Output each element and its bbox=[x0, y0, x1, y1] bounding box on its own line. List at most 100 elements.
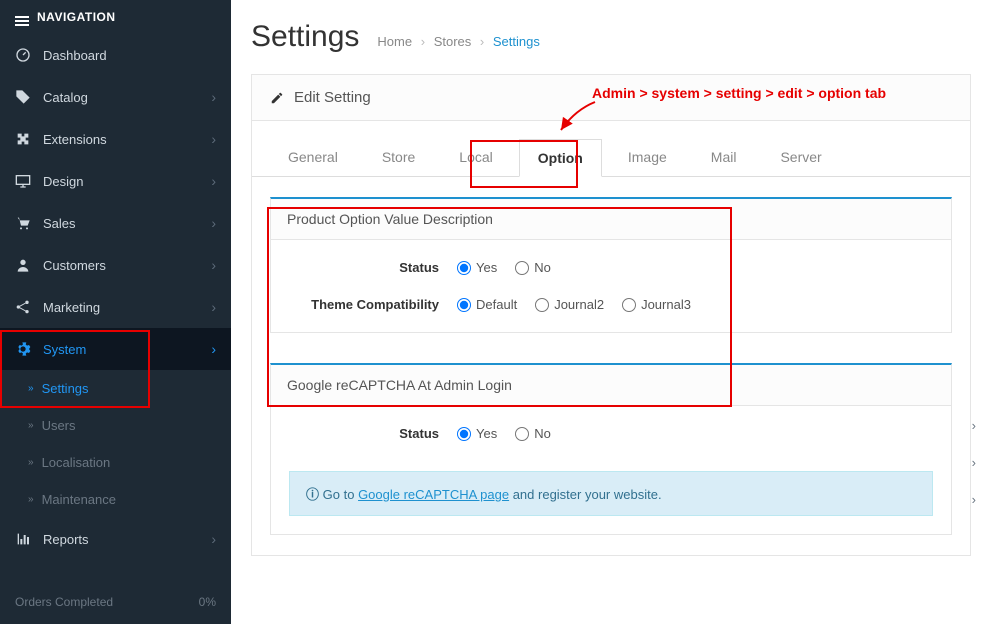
label-status: Status bbox=[287, 260, 457, 275]
sidebar-label: Extensions bbox=[43, 132, 107, 147]
annotation-arrow bbox=[555, 98, 600, 138]
sidebar-sub-localisation[interactable]: » Localisation › bbox=[0, 444, 231, 481]
stats-value: 0% bbox=[199, 595, 216, 609]
bc-sep: › bbox=[421, 34, 425, 49]
info-alert: ⓘ Go to Google reCAPTCHA page and regist… bbox=[289, 471, 933, 516]
info-post: and register your website. bbox=[509, 487, 661, 502]
page-title: Settings bbox=[251, 20, 359, 54]
info-icon: ⓘ bbox=[306, 487, 319, 502]
chevron-right-icon: › bbox=[211, 299, 216, 315]
sidebar-item-catalog[interactable]: Catalog › bbox=[0, 76, 231, 118]
tabs: General Store Local Option Image Mail Se… bbox=[252, 121, 970, 177]
chevron-right-icon: › bbox=[211, 257, 216, 273]
radio-status-no[interactable]: No bbox=[515, 260, 551, 275]
double-chevron-icon: » bbox=[28, 494, 34, 505]
sidebar-item-customers[interactable]: Customers › bbox=[0, 244, 231, 286]
radio-input[interactable] bbox=[515, 261, 529, 275]
chevron-right-icon: › bbox=[211, 531, 216, 547]
double-chevron-icon: » bbox=[28, 457, 34, 468]
nav-header: NAVIGATION bbox=[0, 0, 231, 34]
radio-theme-journal2[interactable]: Journal2 bbox=[535, 297, 604, 312]
tab-local[interactable]: Local bbox=[441, 139, 510, 176]
sidebar-sub-label: Maintenance bbox=[42, 492, 116, 507]
radio-theme-default[interactable]: Default bbox=[457, 297, 517, 312]
double-chevron-icon: » bbox=[28, 383, 34, 394]
stats-label: Orders Completed bbox=[15, 595, 113, 609]
info-pre: Go to bbox=[323, 487, 358, 502]
sidebar-sub-label: Users bbox=[42, 418, 76, 433]
tab-general[interactable]: General bbox=[270, 139, 356, 176]
sidebar-item-dashboard[interactable]: Dashboard bbox=[0, 34, 231, 76]
double-chevron-icon: » bbox=[28, 420, 34, 431]
puzzle-icon bbox=[15, 131, 31, 147]
bc-current[interactable]: Settings bbox=[493, 34, 540, 49]
tab-image[interactable]: Image bbox=[610, 139, 685, 176]
sidebar-sub-maintenance[interactable]: » Maintenance › bbox=[0, 481, 231, 518]
radio-recaptcha-no[interactable]: No bbox=[515, 426, 551, 441]
gear-icon bbox=[15, 341, 31, 357]
sidebar-item-extensions[interactable]: Extensions › bbox=[0, 118, 231, 160]
nav-title: NAVIGATION bbox=[37, 10, 116, 24]
tab-option[interactable]: Option bbox=[519, 139, 602, 177]
radio-input[interactable] bbox=[535, 298, 549, 312]
tab-store[interactable]: Store bbox=[364, 139, 433, 176]
dashboard-icon bbox=[15, 47, 31, 63]
chevron-right-icon: › bbox=[972, 455, 976, 470]
sidebar-label: Dashboard bbox=[43, 48, 107, 63]
sidebar-item-system[interactable]: System › bbox=[0, 328, 231, 370]
breadcrumb: Home › Stores › Settings bbox=[377, 34, 539, 49]
sidebar-sub-label: Settings bbox=[42, 381, 89, 396]
sidebar-sub-label: Localisation bbox=[42, 455, 111, 470]
sidebar-label: Customers bbox=[43, 258, 106, 273]
chevron-right-icon: › bbox=[211, 215, 216, 231]
recaptcha-link[interactable]: Google reCAPTCHA page bbox=[358, 487, 509, 502]
stats-block: Orders Completed 0% bbox=[0, 580, 231, 624]
sidebar-label: Catalog bbox=[43, 90, 88, 105]
bc-home[interactable]: Home bbox=[377, 34, 412, 49]
section-title: Product Option Value Description bbox=[271, 199, 951, 240]
radio-input[interactable] bbox=[515, 427, 529, 441]
desktop-icon bbox=[15, 173, 31, 189]
section-title: Google reCAPTCHA At Admin Login bbox=[271, 365, 951, 406]
chevron-right-icon: › bbox=[972, 418, 976, 433]
section-product-option: Product Option Value Description Status … bbox=[270, 197, 952, 333]
tab-server[interactable]: Server bbox=[762, 139, 839, 176]
sidebar-item-design[interactable]: Design › bbox=[0, 160, 231, 202]
label-theme: Theme Compatibility bbox=[287, 297, 457, 312]
tag-icon bbox=[15, 89, 31, 105]
radio-status-yes[interactable]: Yes bbox=[457, 260, 497, 275]
section-recaptcha: Google reCAPTCHA At Admin Login Status Y… bbox=[270, 363, 952, 535]
chevron-right-icon: › bbox=[211, 341, 216, 357]
share-icon bbox=[15, 299, 31, 315]
sidebar-sub-settings[interactable]: » Settings bbox=[0, 370, 231, 407]
sidebar-label: Sales bbox=[43, 216, 76, 231]
radio-theme-journal3[interactable]: Journal3 bbox=[622, 297, 691, 312]
chevron-right-icon: › bbox=[211, 131, 216, 147]
radio-input[interactable] bbox=[457, 427, 471, 441]
chevron-right-icon: › bbox=[972, 492, 976, 507]
cart-icon bbox=[15, 215, 31, 231]
sidebar-label: Marketing bbox=[43, 300, 100, 315]
chevron-right-icon: › bbox=[211, 89, 216, 105]
radio-recaptcha-yes[interactable]: Yes bbox=[457, 426, 497, 441]
sidebar-label: Design bbox=[43, 174, 83, 189]
chevron-right-icon: › bbox=[211, 173, 216, 189]
bc-stores[interactable]: Stores bbox=[434, 34, 472, 49]
radio-input[interactable] bbox=[457, 298, 471, 312]
sidebar-item-marketing[interactable]: Marketing › bbox=[0, 286, 231, 328]
user-icon bbox=[15, 257, 31, 273]
label-status: Status bbox=[287, 426, 457, 441]
menu-icon[interactable] bbox=[15, 16, 29, 18]
chart-icon bbox=[15, 531, 31, 547]
sidebar-item-sales[interactable]: Sales › bbox=[0, 202, 231, 244]
radio-input[interactable] bbox=[457, 261, 471, 275]
pencil-icon bbox=[270, 91, 284, 105]
sidebar-label: Reports bbox=[43, 532, 89, 547]
sidebar-label: System bbox=[43, 342, 86, 357]
tab-mail[interactable]: Mail bbox=[693, 139, 755, 176]
bc-sep: › bbox=[480, 34, 484, 49]
sidebar-item-reports[interactable]: Reports › bbox=[0, 518, 231, 560]
radio-input[interactable] bbox=[622, 298, 636, 312]
sidebar-sub-users[interactable]: » Users › bbox=[0, 407, 231, 444]
panel-title: Edit Setting bbox=[294, 89, 371, 106]
